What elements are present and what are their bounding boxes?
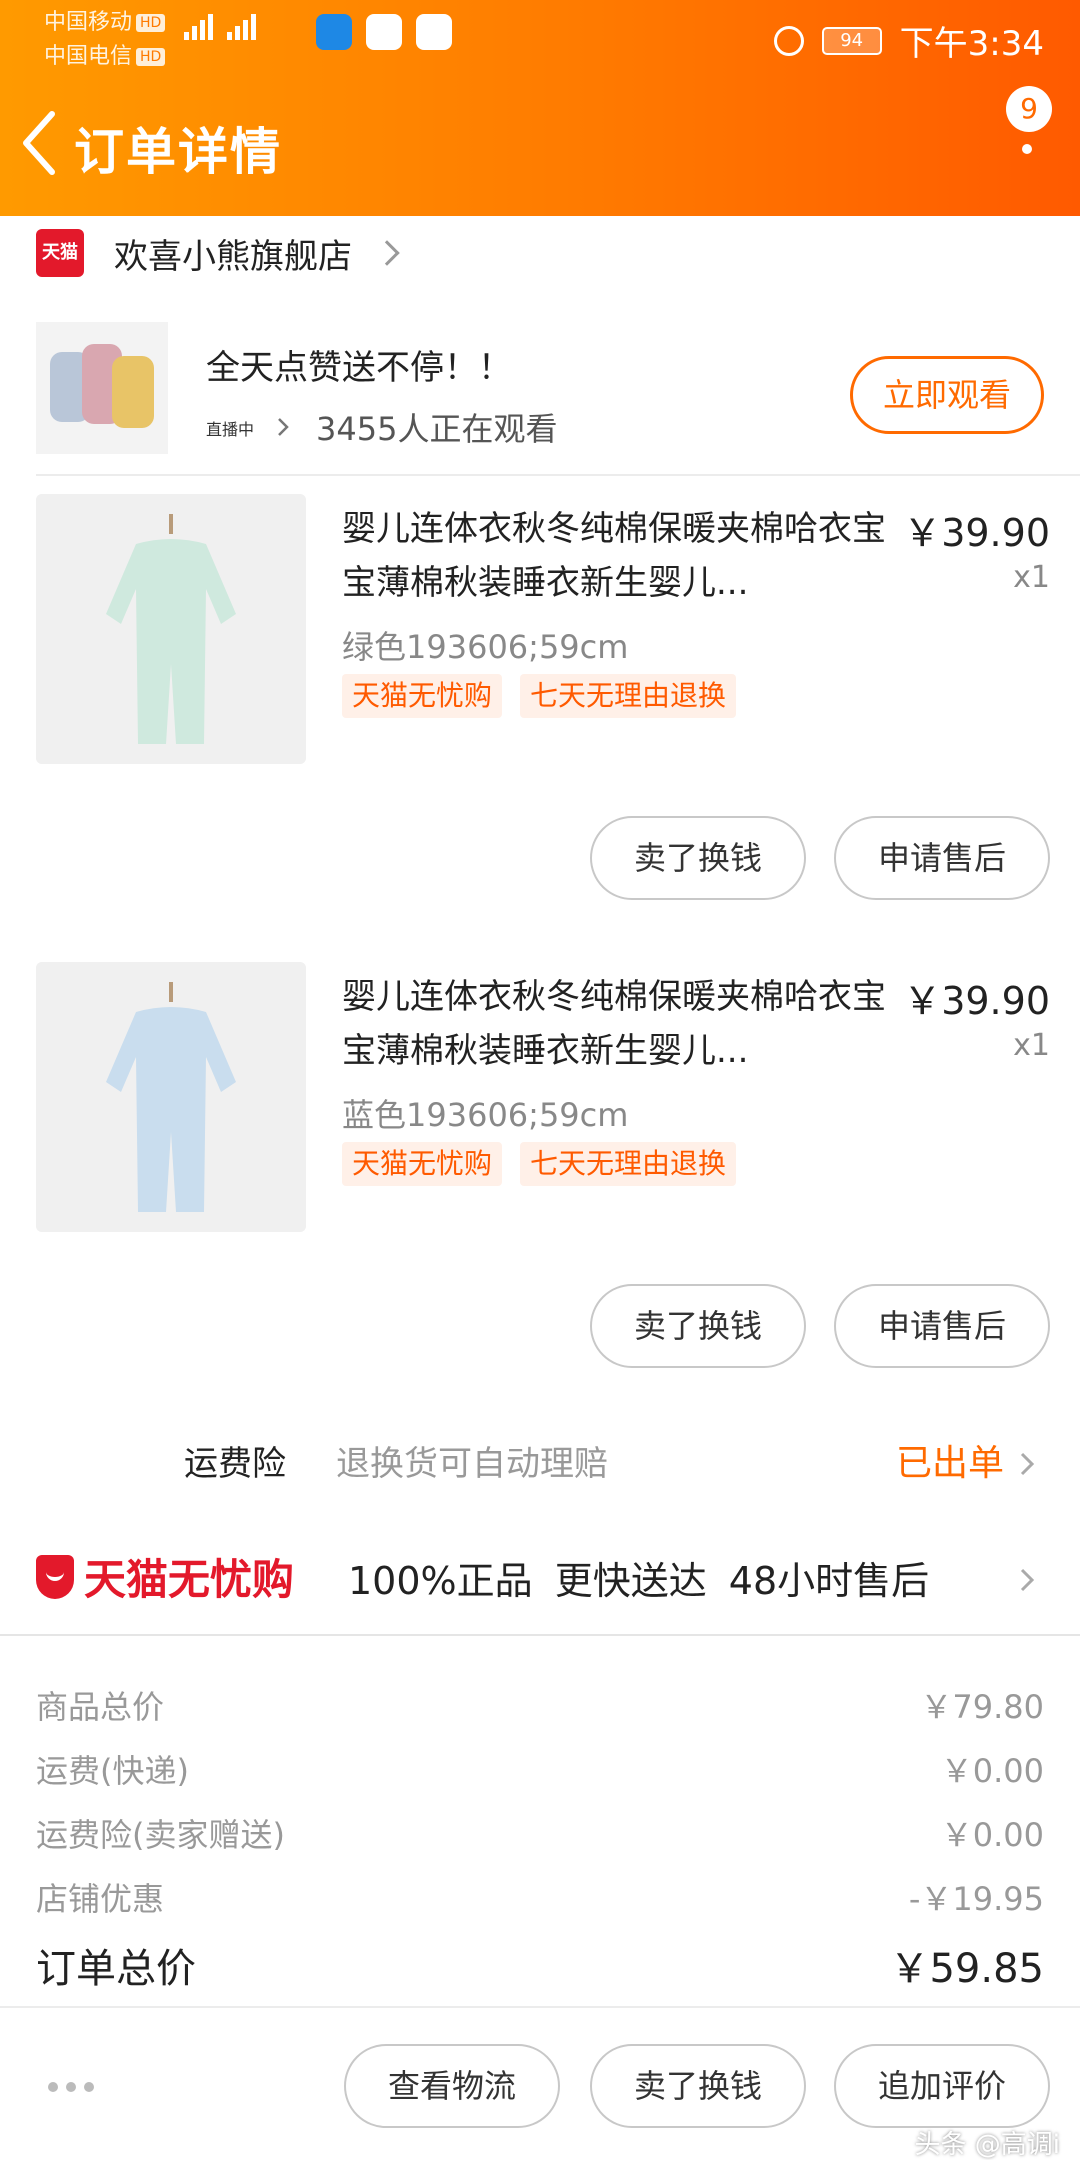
- chevron-right-icon: [1020, 1452, 1035, 1476]
- summary-row-insurance: 运费险(卖家赠送) ￥0.00: [36, 1810, 1044, 1862]
- product-image[interactable]: [36, 962, 306, 1232]
- shipping-insurance-label: 运费险: [184, 1444, 286, 1484]
- product-item[interactable]: 婴儿连体衣秋冬纯棉保暖夹棉哈衣宝宝薄棉秋装睡衣新生婴儿... ￥39.90 x1…: [0, 494, 1080, 934]
- summary-value: ￥0.00: [940, 1752, 1044, 1790]
- tag-7day-return: 七天无理由退换: [520, 1142, 737, 1186]
- tag-7day-return: 七天无理由退换: [520, 674, 737, 718]
- aftersale-button[interactable]: 申请售后: [834, 1284, 1050, 1368]
- live-status-tag: 直播中: [206, 420, 255, 439]
- map-app-icon: [366, 14, 402, 50]
- chevron-right-icon: [278, 418, 289, 436]
- product-title: 婴儿连体衣秋冬纯棉保暖夹棉哈衣宝宝薄棉秋装睡衣新生婴儿...: [342, 977, 886, 1071]
- status-right: 94 下午3:34: [773, 16, 1044, 65]
- chevron-right-icon: [374, 240, 400, 266]
- divider: [0, 1634, 1080, 1636]
- tag-worry-free: 天猫无忧购: [342, 674, 503, 718]
- summary-row-discount: 店铺优惠 -￥19.95: [36, 1874, 1044, 1926]
- play-app-icon: [416, 14, 452, 50]
- add-review-button[interactable]: 追加评价: [834, 2044, 1050, 2128]
- summary-label: 商品总价: [36, 1688, 165, 1726]
- live-title: 全天点赞送不停！！: [206, 348, 512, 388]
- shipping-insurance-status[interactable]: 已出单: [896, 1434, 1004, 1486]
- divider: [36, 474, 1080, 476]
- tag-worry-free: 天猫无忧购: [342, 1142, 503, 1186]
- hd-badge-2: HD: [136, 48, 166, 66]
- product-price: ￥39.90: [903, 511, 1050, 555]
- product-quantity: x1: [1013, 560, 1050, 595]
- notification-icons: [316, 14, 452, 50]
- page-title: 订单详情: [74, 123, 282, 181]
- summary-label: 运费(快递): [36, 1752, 189, 1790]
- summary-value: -￥19.95: [908, 1880, 1044, 1918]
- worry-free-logo[interactable]: 天猫无忧购: [36, 1546, 294, 1607]
- carrier-2: 中国电信: [44, 44, 133, 69]
- product-title: 婴儿连体衣秋冬纯棉保暖夹棉哈衣宝宝薄棉秋装睡衣新生婴儿...: [342, 509, 886, 603]
- product-spec: 蓝色193606;59cm: [342, 1096, 629, 1134]
- summary-row-subtotal: 商品总价 ￥79.80: [36, 1682, 1044, 1734]
- signal-icon: [227, 14, 256, 40]
- shield-icon: [36, 1554, 74, 1599]
- carrier-info: 中国移动 HD 中国电信 HD: [44, 6, 166, 74]
- chevron-right-icon[interactable]: [1018, 1566, 1036, 1594]
- worry-free-brand: 天猫无忧购: [84, 1555, 295, 1604]
- product-item[interactable]: 婴儿连体衣秋冬纯棉保暖夹棉哈衣宝宝薄棉秋装睡衣新生婴儿... ￥39.90 x1…: [0, 962, 1080, 1402]
- summary-label: 店铺优惠: [36, 1880, 165, 1918]
- live-viewer-count: 3455人正在观看: [316, 410, 558, 448]
- shield-app-icon: [316, 14, 352, 50]
- summary-row-shipping: 运费(快递) ￥0.00: [36, 1746, 1044, 1798]
- aftersale-button[interactable]: 申请售后: [834, 816, 1050, 900]
- summary-label: 运费险(卖家赠送): [36, 1816, 285, 1854]
- summary-row-total: 订单总价 ￥59.85: [36, 1936, 1044, 1992]
- watch-now-button[interactable]: 立即观看: [850, 356, 1044, 434]
- view-logistics-button[interactable]: 查看物流: [344, 2044, 560, 2128]
- product-price: ￥39.90: [903, 979, 1050, 1023]
- tmall-logo-icon: 天猫: [36, 229, 84, 277]
- header-bar: 中国移动 HD 中国电信 HD 94 下午3:34 订单详情 9: [0, 0, 1080, 216]
- summary-value: ￥0.00: [940, 1816, 1044, 1854]
- product-tags: 天猫无忧购 七天无理由退换: [342, 674, 737, 718]
- clock: 下午3:34: [899, 24, 1044, 64]
- product-tags: 天猫无忧购 七天无理由退换: [342, 1142, 737, 1186]
- carrier-1: 中国移动: [44, 10, 133, 35]
- shipping-insurance-desc: 退换货可自动理赔: [336, 1444, 608, 1484]
- battery-icon: 94: [821, 26, 882, 55]
- product-quantity: x1: [1013, 1028, 1050, 1063]
- alarm-icon: [773, 25, 804, 56]
- more-menu-icon[interactable]: [1020, 120, 1034, 176]
- summary-value: ￥79.80: [920, 1688, 1044, 1726]
- more-dots-icon[interactable]: [48, 2082, 94, 2092]
- signal-icons: [184, 14, 256, 40]
- sell-button[interactable]: 卖了换钱: [590, 2044, 806, 2128]
- watermark: 头条 @高调i: [914, 2130, 1061, 2160]
- product-spec: 绿色193606;59cm: [342, 628, 629, 666]
- hd-badge-1: HD: [136, 14, 166, 32]
- total-label: 订单总价: [36, 1946, 196, 1992]
- sell-button[interactable]: 卖了换钱: [590, 1284, 806, 1368]
- signal-icon: [184, 14, 213, 40]
- store-row[interactable]: 天猫 欢喜小熊旗舰店: [36, 228, 400, 278]
- total-value: ￥59.85: [889, 1946, 1044, 1992]
- worry-free-benefits: 100%正品 更快送达 48小时售后: [348, 1559, 930, 1603]
- product-image[interactable]: [36, 494, 306, 764]
- sell-button[interactable]: 卖了换钱: [590, 816, 806, 900]
- store-name: 欢喜小熊旗舰店: [114, 236, 352, 277]
- live-thumbnail[interactable]: [36, 322, 168, 454]
- back-arrow-icon[interactable]: [18, 108, 58, 178]
